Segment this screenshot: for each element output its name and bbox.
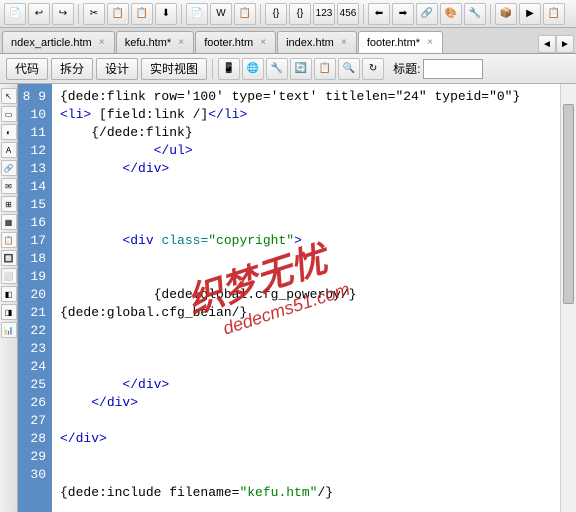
code-line[interactable] xyxy=(60,214,576,232)
toolbar-button-13[interactable]: 456 xyxy=(337,3,359,25)
code-editor[interactable]: {dede:flink row='100' type='text' titlel… xyxy=(52,84,576,512)
code-line[interactable] xyxy=(60,412,576,430)
palette-tool-12[interactable]: ◨ xyxy=(1,304,17,320)
code-line[interactable]: </ul> xyxy=(60,142,576,160)
toolbar-button-2[interactable]: ↪ xyxy=(52,3,74,25)
toolbar-button-4[interactable]: 📋 xyxy=(107,3,129,25)
title-input[interactable] xyxy=(423,59,483,79)
toolbar-button-19[interactable]: 📦 xyxy=(495,3,517,25)
code-line[interactable]: </div> xyxy=(60,160,576,178)
document-tabs: ndex_article.htm×kefu.htm*×footer.htm×in… xyxy=(0,28,576,54)
tab-0[interactable]: ndex_article.htm × xyxy=(2,31,115,53)
code-line[interactable]: </div> xyxy=(60,394,576,412)
palette-tool-11[interactable]: ◧ xyxy=(1,286,17,302)
palette-tool-7[interactable]: ▦ xyxy=(1,214,17,230)
code-line[interactable] xyxy=(60,268,576,286)
toolbar-button-12[interactable]: 123 xyxy=(313,3,335,25)
close-icon[interactable]: × xyxy=(96,37,108,49)
code-line[interactable]: <li> [field:link /]</li> xyxy=(60,106,576,124)
code-view-button[interactable]: 代码 xyxy=(6,58,48,80)
toolbar-button-0[interactable]: 📄 xyxy=(4,3,26,25)
sub-toolbar-button-0[interactable]: 📱 xyxy=(218,58,240,80)
toolbar-button-20[interactable]: ▶ xyxy=(519,3,541,25)
palette-tool-9[interactable]: 🔲 xyxy=(1,250,17,266)
tool-palette: ↖ ▭ ◐ A 🔗 ✉ ⊞ ▦ 📋 🔲 ⬜ ◧ ◨ 📊 xyxy=(0,84,18,512)
tab-label: footer.htm xyxy=(204,37,253,49)
sub-toolbar-button-2[interactable]: 🔧 xyxy=(266,58,288,80)
tab-scroller: ◄ ► xyxy=(538,35,574,53)
design-view-button[interactable]: 设计 xyxy=(96,58,138,80)
line-gutter: 8 9 10 11 12 13 14 15 16 17 18 19 20 21 … xyxy=(18,84,52,512)
code-line[interactable] xyxy=(60,358,576,376)
workspace: ↖ ▭ ◐ A 🔗 ✉ ⊞ ▦ 📋 🔲 ⬜ ◧ ◨ 📊 8 9 10 11 12 13 14 15 16 … xyxy=(0,84,576,512)
code-line[interactable] xyxy=(60,466,576,484)
toolbar-button-9[interactable]: 📋 xyxy=(234,3,256,25)
tab-scroll-right-icon[interactable]: ► xyxy=(556,35,574,53)
palette-tool-5[interactable]: ✉ xyxy=(1,178,17,194)
tab-label: ndex_article.htm xyxy=(11,37,92,49)
sub-toolbar-button-1[interactable]: 🌐 xyxy=(242,58,264,80)
title-label: 标题: xyxy=(393,60,420,77)
code-line[interactable]: {dede:include filename="kefu.htm"/} xyxy=(60,484,576,502)
close-icon[interactable]: × xyxy=(175,37,187,49)
toolbar-button-6[interactable]: ⬇ xyxy=(155,3,177,25)
code-line[interactable]: <div class="copyright"> xyxy=(60,232,576,250)
view-toolbar: 代码 拆分 设计 实时视图 📱🌐🔧🔄📋🔍↻ 标题: xyxy=(0,54,576,84)
tab-2[interactable]: footer.htm × xyxy=(195,31,276,53)
close-icon[interactable]: × xyxy=(257,37,269,49)
toolbar-button-7[interactable]: 📄 xyxy=(186,3,208,25)
palette-tool-6[interactable]: ⊞ xyxy=(1,196,17,212)
tab-label: kefu.htm* xyxy=(125,37,171,49)
code-line[interactable] xyxy=(60,250,576,268)
tab-4[interactable]: footer.htm* × xyxy=(358,31,443,53)
code-line[interactable]: {/dede:flink} xyxy=(60,124,576,142)
split-view-button[interactable]: 拆分 xyxy=(51,58,93,80)
palette-tool-2[interactable]: ◐ xyxy=(1,124,17,140)
toolbar-button-1[interactable]: ↩ xyxy=(28,3,50,25)
toolbar-button-21[interactable]: 📋 xyxy=(543,3,565,25)
tab-scroll-left-icon[interactable]: ◄ xyxy=(538,35,556,53)
tab-3[interactable]: index.htm × xyxy=(277,31,357,53)
palette-tool-13[interactable]: 📊 xyxy=(1,322,17,338)
palette-tool-0[interactable]: ↖ xyxy=(1,88,17,104)
palette-tool-3[interactable]: A xyxy=(1,142,17,158)
toolbar-button-18[interactable]: 🔧 xyxy=(464,3,486,25)
sub-toolbar-button-4[interactable]: 📋 xyxy=(314,58,336,80)
code-line[interactable] xyxy=(60,196,576,214)
code-line[interactable]: {dede:global.cfg_powerby/} xyxy=(60,286,576,304)
code-line[interactable]: </div> xyxy=(60,430,576,448)
code-line[interactable]: {dede:global.cfg_beian/} xyxy=(60,304,576,322)
code-line[interactable] xyxy=(60,178,576,196)
code-line[interactable]: {dede:flink row='100' type='text' titlel… xyxy=(60,88,576,106)
close-icon[interactable]: × xyxy=(338,37,350,49)
palette-tool-1[interactable]: ▭ xyxy=(1,106,17,122)
close-icon[interactable]: × xyxy=(424,37,436,49)
toolbar-button-15[interactable]: ➡ xyxy=(392,3,414,25)
code-line[interactable] xyxy=(60,340,576,358)
palette-tool-8[interactable]: 📋 xyxy=(1,232,17,248)
sub-toolbar-button-6[interactable]: ↻ xyxy=(362,58,384,80)
toolbar-button-14[interactable]: ⬅ xyxy=(368,3,390,25)
toolbar-button-16[interactable]: 🔗 xyxy=(416,3,438,25)
code-line[interactable]: </div> xyxy=(60,376,576,394)
toolbar-button-5[interactable]: 📋 xyxy=(131,3,153,25)
sub-toolbar-button-3[interactable]: 🔄 xyxy=(290,58,312,80)
tab-1[interactable]: kefu.htm* × xyxy=(116,31,194,53)
main-toolbar: 📄↩↪✂📋📋⬇📄W📋{}{}123456⬅➡🔗🎨🔧📦▶📋 xyxy=(0,0,576,28)
toolbar-button-8[interactable]: W xyxy=(210,3,232,25)
toolbar-button-10[interactable]: {} xyxy=(265,3,287,25)
scrollbar-thumb[interactable] xyxy=(563,104,574,304)
vertical-scrollbar[interactable] xyxy=(560,84,576,512)
live-view-button[interactable]: 实时视图 xyxy=(141,58,207,80)
code-line[interactable] xyxy=(60,448,576,466)
sub-toolbar-button-5[interactable]: 🔍 xyxy=(338,58,360,80)
toolbar-button-3[interactable]: ✂ xyxy=(83,3,105,25)
toolbar-button-11[interactable]: {} xyxy=(289,3,311,25)
tab-label: footer.htm* xyxy=(367,37,420,49)
palette-tool-4[interactable]: 🔗 xyxy=(1,160,17,176)
palette-tool-10[interactable]: ⬜ xyxy=(1,268,17,284)
toolbar-button-17[interactable]: 🎨 xyxy=(440,3,462,25)
tab-label: index.htm xyxy=(286,37,334,49)
